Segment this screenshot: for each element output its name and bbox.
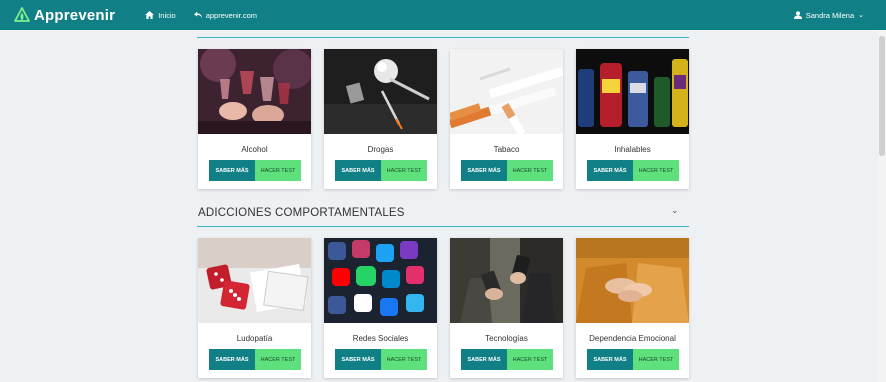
card-ludopatia: Ludopatía SABER MÁS HACER TEST [198,238,311,378]
hacer-test-button[interactable]: HACER TEST [255,349,301,370]
nav-link-label: Inicio [158,10,176,20]
card-redes-sociales: Redes Sociales SABER MÁS HACER TEST [324,238,437,378]
section-title-adicciones: ADICCIONES COMPORTAMENTALES [198,207,405,219]
saber-mas-button[interactable]: SABER MÁS [209,349,255,370]
section-divider [197,226,689,227]
card-image-ludopatia [198,238,311,323]
card-image-tecnologias [450,238,563,323]
card-tabaco: Tabaco SABER MÁS HACER TEST [450,49,563,189]
saber-mas-button[interactable]: SABER MÁS [587,349,633,370]
hacer-test-button[interactable]: HACER TEST [507,349,553,370]
saber-mas-button[interactable]: SABER MÁS [461,160,507,181]
card-drogas: Drogas SABER MÁS HACER TEST [324,49,437,189]
saber-mas-button[interactable]: SABER MÁS [335,349,381,370]
saber-mas-button[interactable]: SABER MÁS [335,160,381,181]
card-image-alcohol [198,49,311,134]
card-title: Redes Sociales [352,334,409,343]
card-title: Tabaco [493,145,520,154]
card-title: Ludopatía [236,334,273,343]
chevron-down-icon: ⌄ [858,12,864,19]
hacer-test-button[interactable]: HACER TEST [633,349,679,370]
saber-mas-button[interactable]: SABER MÁS [587,160,633,181]
user-menu[interactable]: Sandra Milena ⌄ [793,0,864,30]
back-arrow-icon [193,11,202,19]
chevron-down-icon[interactable]: ⌄ [671,205,679,216]
nav-link-apprevenir[interactable]: apprevenir.com [193,10,257,20]
logo-icon [14,7,30,22]
card-inhalables: Inhalables SABER MÁS HACER TEST [576,49,689,189]
card-title: Alcohol [241,145,268,154]
brand-logo[interactable]: Apprevenir [14,7,115,24]
card-image-tabaco [450,49,563,134]
card-image-inhalables [576,49,689,134]
card-tecnologias: Tecnologías SABER MÁS HACER TEST [450,238,563,378]
saber-mas-button[interactable]: SABER MÁS [209,160,255,181]
card-image-redes-sociales [324,238,437,323]
card-alcohol: Alcohol SABER MÁS HACER TEST [198,49,311,189]
hacer-test-button[interactable]: HACER TEST [381,349,427,370]
card-title: Drogas [367,145,394,154]
hacer-test-button[interactable]: HACER TEST [507,160,553,181]
hacer-test-button[interactable]: HACER TEST [255,160,301,181]
scrollbar-thumb[interactable] [879,36,885,156]
section-divider [197,37,689,38]
card-image-dependencia-emocional [576,238,689,323]
user-name: Sandra Milena [805,10,855,20]
card-dependencia-emocional: Dependencia Emocional SABER MÁS HACER TE… [576,238,689,378]
hacer-test-button[interactable]: HACER TEST [633,160,679,181]
brand-name: Apprevenir [34,6,116,24]
page-scrollbar[interactable] [878,30,886,382]
hacer-test-button[interactable]: HACER TEST [381,160,427,181]
user-icon [793,11,802,19]
saber-mas-button[interactable]: SABER MÁS [461,349,507,370]
card-title: Tecnologías [485,334,528,343]
card-title: Dependencia Emocional [589,334,676,343]
card-image-drogas [324,49,437,134]
card-title: Inhalables [614,145,651,154]
top-navbar: Apprevenir Inicio apprevenir.com Sandra … [0,0,886,30]
nav-link-label: apprevenir.com [205,10,257,20]
home-icon [145,11,155,19]
nav-link-inicio[interactable]: Inicio [145,11,176,20]
